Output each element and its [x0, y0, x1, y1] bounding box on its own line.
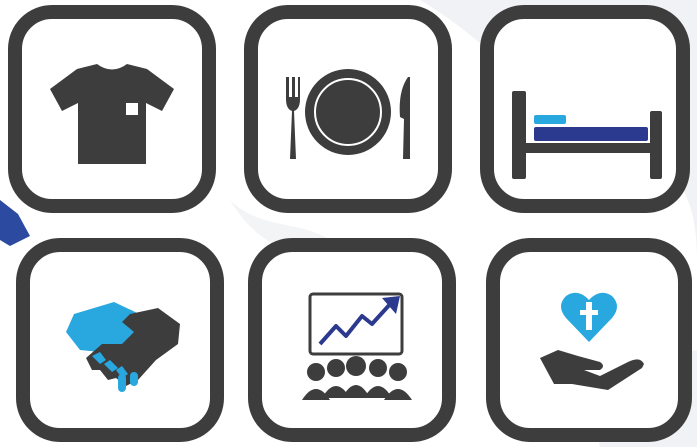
tile-partnership — [16, 238, 224, 442]
heart-cross-hand-icon — [540, 292, 644, 390]
plate-fork-knife-icon — [286, 69, 410, 159]
bed-icon — [512, 91, 662, 179]
tile-clothing — [8, 5, 216, 213]
tile-education — [248, 238, 456, 442]
presentation-audience-icon — [302, 292, 412, 400]
tile-care — [486, 238, 692, 442]
tile-shelter — [480, 5, 690, 213]
handshake-icon — [66, 302, 180, 392]
tile-food — [244, 5, 452, 213]
t-shirt-icon — [50, 64, 174, 164]
